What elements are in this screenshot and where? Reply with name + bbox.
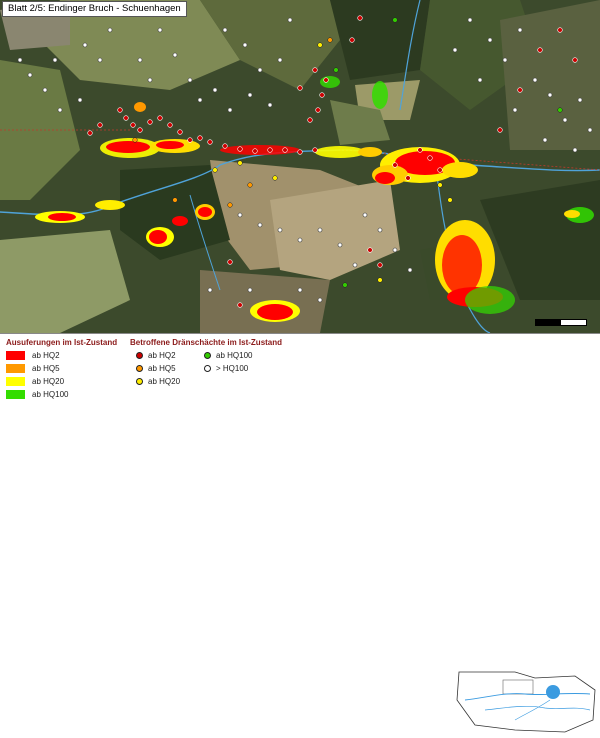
sheet-title: Blatt 2/5: Endinger Bruch - Schuenhagen bbox=[2, 1, 187, 17]
flood-legend-item: ab HQ2 bbox=[6, 350, 116, 361]
shaft-legend-item: > HQ100 bbox=[204, 363, 274, 374]
flood-legend-heading: Ausuferungen im Ist-Zustand bbox=[6, 338, 118, 347]
swatch-hq100 bbox=[6, 390, 25, 399]
shaft-dot-above-hq100 bbox=[204, 365, 211, 372]
shaft-dot-hq2 bbox=[136, 352, 143, 359]
flood-legend-label: ab HQ5 bbox=[32, 364, 60, 373]
shaft-dot-hq5 bbox=[136, 365, 143, 372]
shaft-dot-hq100 bbox=[204, 352, 211, 359]
shaft-legend-item: ab HQ20 bbox=[136, 376, 196, 387]
flood-legend-label: ab HQ100 bbox=[32, 390, 69, 399]
flood-legend-item: ab HQ100 bbox=[6, 389, 116, 400]
shaft-legend-label: ab HQ2 bbox=[148, 351, 176, 360]
scale-bar bbox=[535, 319, 587, 326]
flood-legend-label: ab HQ2 bbox=[32, 351, 60, 360]
swatch-hq2 bbox=[6, 351, 25, 360]
shaft-legend-label: ab HQ100 bbox=[216, 351, 253, 360]
overview-map-graphic bbox=[456, 671, 596, 733]
swatch-hq20 bbox=[6, 377, 25, 386]
shaft-legend-label: ab HQ5 bbox=[148, 364, 176, 373]
shaft-legend-label: ab HQ20 bbox=[148, 377, 181, 386]
shaft-dot-hq20 bbox=[136, 378, 143, 385]
flood-legend-item: ab HQ20 bbox=[6, 376, 116, 387]
shaft-legend-item: ab HQ5 bbox=[136, 363, 196, 374]
swatch-hq5 bbox=[6, 364, 25, 373]
overview-lake bbox=[546, 685, 560, 699]
flood-legend-label: ab HQ20 bbox=[32, 377, 65, 386]
shaft-legend-item: ab HQ100 bbox=[204, 350, 274, 361]
shaft-legend-heading: Betroffene Dränschächte im Ist-Zustand bbox=[130, 338, 283, 347]
map-view[interactable] bbox=[0, 0, 600, 333]
shaft-legend-label: > HQ100 bbox=[216, 364, 249, 373]
legend-panel: Ausuferungen im Ist-Zustand ab HQ2 ab HQ… bbox=[0, 333, 600, 733]
overview-map[interactable] bbox=[455, 670, 598, 733]
shaft-legend-item: ab HQ2 bbox=[136, 350, 196, 361]
flood-legend-item: ab HQ5 bbox=[6, 363, 116, 374]
aerial-map bbox=[0, 0, 600, 333]
field-patch bbox=[500, 0, 600, 150]
